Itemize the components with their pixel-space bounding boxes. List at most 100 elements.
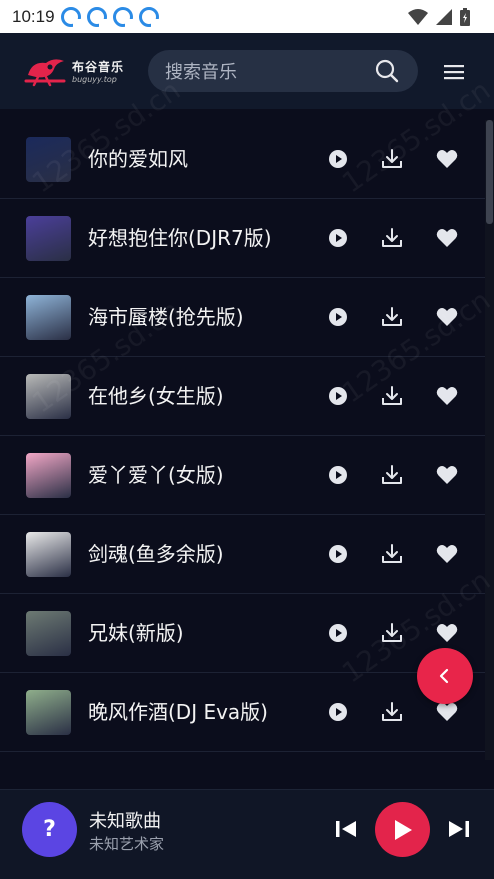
play-song-button[interactable] <box>326 463 350 487</box>
notification-icon <box>60 6 81 27</box>
download-button[interactable] <box>380 463 404 487</box>
song-title[interactable]: 兄妹(新版) <box>88 594 270 672</box>
collapse-button[interactable] <box>417 648 473 704</box>
mini-player: ? 未知歌曲 未知艺术家 <box>0 789 494 879</box>
download-icon <box>382 307 402 326</box>
search-input[interactable]: 搜索音乐 <box>165 58 372 84</box>
status-bar: 10:19 <box>0 0 494 33</box>
notification-icon <box>86 6 107 27</box>
download-icon <box>382 544 402 563</box>
player-artist: 未知艺术家 <box>89 835 165 853</box>
logo-url: buguyy.top <box>72 75 117 84</box>
download-button[interactable] <box>380 384 404 408</box>
song-cover[interactable] <box>26 216 71 261</box>
play-icon <box>394 819 412 840</box>
battery-icon <box>460 7 470 26</box>
song-title[interactable]: 爱丫爱丫(女版) <box>88 436 270 514</box>
play-song-button[interactable] <box>326 700 350 724</box>
song-cover[interactable] <box>26 611 71 656</box>
menu-icon[interactable] <box>442 63 466 81</box>
heart-icon <box>436 466 458 484</box>
song-cover[interactable] <box>26 453 71 498</box>
song-list: 你的爱如风 好想抱住你(DJR7版) 海市蜃楼(抢先版) 在他乡(女生版) 爱丫… <box>0 120 485 752</box>
song-cover[interactable] <box>26 137 71 182</box>
search-bar[interactable]: 搜索音乐 <box>148 50 418 92</box>
heart-icon <box>436 150 458 168</box>
player-cover[interactable]: ? <box>22 802 77 857</box>
app-header: 布谷音乐 buguyy.top 搜索音乐 <box>0 33 494 109</box>
play-circle-icon <box>329 150 347 168</box>
download-button[interactable] <box>380 226 404 250</box>
heart-icon <box>436 703 458 721</box>
song-row[interactable]: 海市蜃楼(抢先版) <box>0 278 485 357</box>
download-button[interactable] <box>380 147 404 171</box>
download-button[interactable] <box>380 305 404 329</box>
download-icon <box>382 623 402 642</box>
play-circle-icon <box>329 624 347 642</box>
play-song-button[interactable] <box>326 226 350 250</box>
play-song-button[interactable] <box>326 147 350 171</box>
heart-icon <box>436 387 458 405</box>
heart-icon <box>436 308 458 326</box>
search-icon <box>375 59 399 83</box>
song-row[interactable]: 在他乡(女生版) <box>0 357 485 436</box>
song-title[interactable]: 在他乡(女生版) <box>88 357 270 435</box>
song-cover[interactable] <box>26 690 71 735</box>
play-song-button[interactable] <box>326 621 350 645</box>
app-logo[interactable]: 布谷音乐 buguyy.top <box>24 55 132 87</box>
chevron-left-icon <box>439 668 449 684</box>
logo-name: 布谷音乐 <box>72 60 125 74</box>
play-song-button[interactable] <box>326 384 350 408</box>
favorite-button[interactable] <box>435 463 459 487</box>
play-circle-icon <box>329 703 347 721</box>
favorite-button[interactable] <box>435 147 459 171</box>
song-title[interactable]: 海市蜃楼(抢先版) <box>88 278 270 356</box>
heart-icon <box>436 624 458 642</box>
favorite-button[interactable] <box>435 384 459 408</box>
scrollbar-thumb[interactable] <box>486 120 493 224</box>
play-circle-icon <box>329 466 347 484</box>
favorite-button[interactable] <box>435 305 459 329</box>
download-icon <box>382 228 402 247</box>
play-song-button[interactable] <box>326 305 350 329</box>
download-button[interactable] <box>380 621 404 645</box>
song-row[interactable]: 爱丫爱丫(女版) <box>0 436 485 515</box>
song-title[interactable]: 剑魂(鱼多余版) <box>88 515 270 593</box>
song-cover[interactable] <box>26 295 71 340</box>
play-song-button[interactable] <box>326 542 350 566</box>
song-cover[interactable] <box>26 532 71 577</box>
song-row[interactable]: 剑魂(鱼多余版) <box>0 515 485 594</box>
song-row[interactable]: 好想抱住你(DJR7版) <box>0 199 485 278</box>
favorite-button[interactable] <box>435 226 459 250</box>
favorite-button[interactable] <box>435 621 459 645</box>
signal-icon <box>436 8 452 25</box>
download-button[interactable] <box>380 700 404 724</box>
download-icon <box>382 149 402 168</box>
next-track-icon[interactable] <box>448 819 470 839</box>
play-circle-icon <box>329 229 347 247</box>
search-button[interactable] <box>372 56 402 86</box>
notification-icon <box>138 6 159 27</box>
play-circle-icon <box>329 545 347 563</box>
favorite-button[interactable] <box>435 542 459 566</box>
scrollbar[interactable] <box>485 120 494 760</box>
song-title[interactable]: 晚风作酒(DJ Eva版) <box>88 673 270 751</box>
song-title[interactable]: 你的爱如风 <box>88 120 270 198</box>
play-button[interactable] <box>375 802 430 857</box>
song-row[interactable]: 兄妹(新版) <box>0 594 485 673</box>
previous-track-icon[interactable] <box>335 819 357 839</box>
song-cover[interactable] <box>26 374 71 419</box>
play-circle-icon <box>329 308 347 326</box>
song-row[interactable]: 晚风作酒(DJ Eva版) <box>0 673 485 752</box>
download-button[interactable] <box>380 542 404 566</box>
notification-icons <box>60 6 159 27</box>
song-title[interactable]: 好想抱住你(DJR7版) <box>88 199 270 277</box>
download-icon <box>382 702 402 721</box>
status-time: 10:19 <box>12 6 55 26</box>
notification-icon <box>112 6 133 27</box>
song-row[interactable]: 你的爱如风 <box>0 120 485 199</box>
heart-icon <box>436 545 458 563</box>
system-icons <box>408 7 470 26</box>
bird-logo-icon <box>24 59 66 87</box>
player-song-title: 未知歌曲 <box>89 811 161 832</box>
